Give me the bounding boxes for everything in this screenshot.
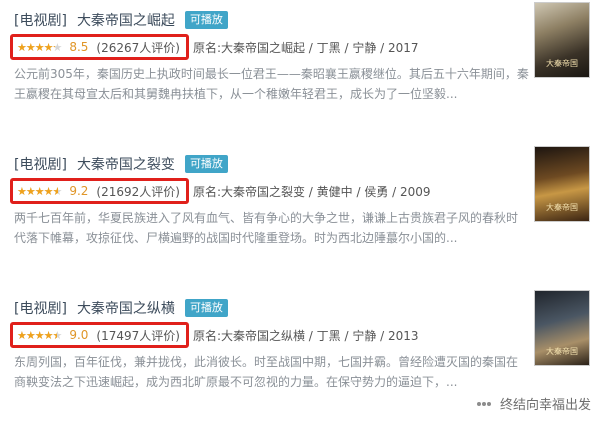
star-rating-icon: ★★★★★★★★★★: [17, 40, 62, 54]
rating-highlight-box: ★★★★★★★★★★ 9.0 (17497人评价): [10, 322, 189, 348]
poster-image[interactable]: 大秦帝国: [534, 290, 590, 366]
synopsis: 公元前305年，秦国历史上执政时间最长一位君王——秦昭襄王嬴稷继位。其后五十六年…: [14, 67, 529, 101]
show-title-link[interactable]: 大秦帝国之崛起: [77, 10, 175, 30]
synopsis: 两千七百年前，华夏民族进入了风有血气、皆有争心的大争之世，谦谦上古贵族君子风的春…: [14, 211, 519, 245]
rating-score: 9.0: [69, 328, 89, 342]
synopsis: 东周列国，百年征伐，兼并拢伐，此消彼长。时至战国中期，七国并霸。曾经险遭灭国的秦…: [14, 355, 519, 389]
poster-title-art: 大秦帝国: [546, 59, 578, 68]
rating-score: 8.5: [69, 40, 89, 54]
poster-image[interactable]: 大秦帝国: [534, 2, 590, 78]
category-label: [电视剧]: [14, 157, 67, 173]
title-row: [电视剧] 大秦帝国之崛起 可播放: [14, 10, 228, 30]
rating-score: 9.2: [69, 184, 89, 198]
show-title-link[interactable]: 大秦帝国之裂变: [77, 154, 175, 174]
title-row: [电视剧] 大秦帝国之裂变 可播放: [14, 154, 228, 174]
meta-row: ★★★★★ ★★★★★ 9.2 (21692人评价) 原名:大秦帝国之裂变 / 黄…: [10, 178, 431, 204]
account-watermark: 终结向幸福出发: [474, 394, 591, 413]
star-rating-icon: ★★★★★★★★★★: [17, 328, 62, 342]
category-label: [电视剧]: [14, 301, 67, 317]
original-info: 原名:大秦帝国之崛起 / 丁黑 / 宁静 / 2017: [192, 40, 419, 55]
category-label: [电视剧]: [14, 13, 67, 29]
show-title-link[interactable]: 大秦帝国之纵横: [77, 298, 175, 318]
watermark-text: 终结向幸福出发: [499, 398, 591, 413]
playable-badge[interactable]: 可播放: [184, 299, 228, 317]
wechat-icon: [476, 401, 491, 406]
rating-count: (21692人评价): [96, 184, 180, 199]
playable-badge[interactable]: 可播放: [184, 11, 228, 29]
star-rating-icon: ★★★★★★★★★★: [17, 184, 62, 198]
poster-image[interactable]: 大秦帝国: [534, 146, 590, 222]
rating-count: (17497人评价): [96, 328, 180, 343]
meta-row: ★★★★★★★★★★ 9.0 (17497人评价) 原名:大秦帝国之纵横 / 丁…: [10, 322, 419, 348]
rating-highlight-box: ★★★★★ ★★★★★ 9.2 (21692人评价): [10, 178, 189, 204]
playable-badge[interactable]: 可播放: [184, 155, 228, 173]
meta-row: ★★★★★★★★★★ 8.5 (26267人评价) 原名:大秦帝国之崛起 / 丁…: [10, 34, 419, 60]
rating-highlight-box: ★★★★★★★★★★ 8.5 (26267人评价): [10, 34, 189, 60]
poster-title-art: 大秦帝国: [546, 203, 578, 212]
result-item[interactable]: [电视剧] 大秦帝国之裂变 可播放 ★★★★★ ★★★★★ 9.2 (21692人…: [0, 144, 603, 276]
rating-count: (26267人评价): [96, 40, 180, 55]
title-row: [电视剧] 大秦帝国之纵横 可播放: [14, 298, 228, 318]
original-info: 原名:大秦帝国之纵横 / 丁黑 / 宁静 / 2013: [192, 328, 419, 343]
result-item[interactable]: [电视剧] 大秦帝国之崛起 可播放 ★★★★★★★★★★ 8.5 (26267人…: [0, 0, 603, 132]
original-info: 原名:大秦帝国之裂变 / 黄健中 / 侯勇 / 2009: [192, 184, 431, 199]
poster-title-art: 大秦帝国: [546, 347, 578, 356]
